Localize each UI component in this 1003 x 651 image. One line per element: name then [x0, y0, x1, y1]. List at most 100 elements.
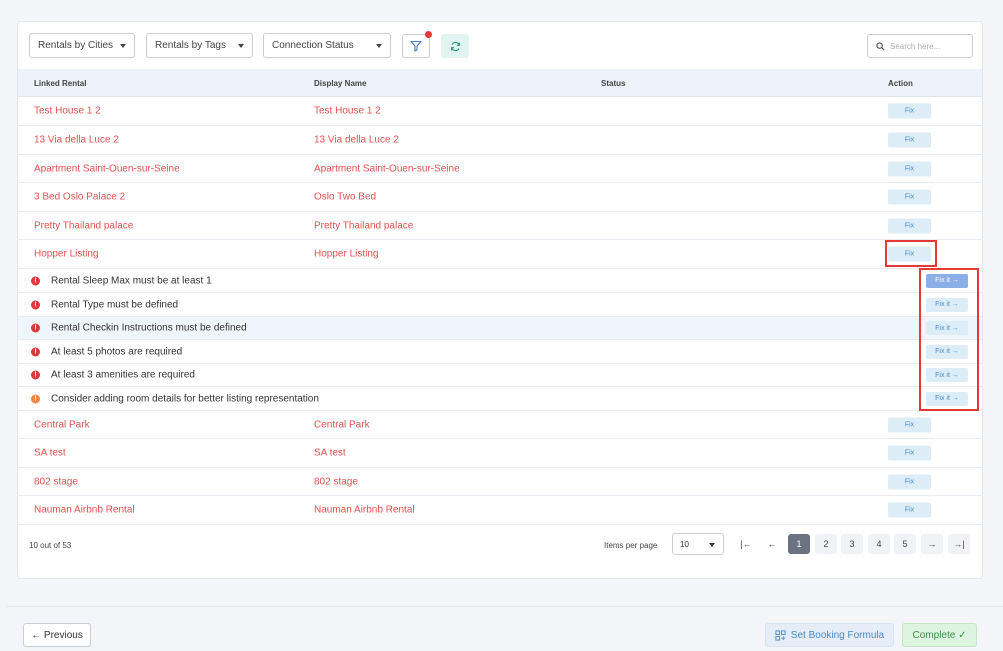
display-name: 802 stage — [314, 476, 358, 487]
page-2-button[interactable]: 2 — [815, 534, 837, 554]
fix-button[interactable]: Fix — [888, 417, 931, 432]
linked-rental-link[interactable]: 3 Bed Oslo Palace 2 — [34, 192, 125, 203]
rentals-card: Rentals by Cities Rentals by Tags Connec… — [17, 21, 983, 579]
chevron-down-icon — [120, 43, 126, 48]
error-icon: ! — [31, 300, 40, 309]
warning-icon: ! — [31, 394, 40, 403]
issue-row: ! Rental Checkin Instructions must be de… — [18, 317, 982, 340]
first-page-button[interactable]: |← — [735, 534, 757, 554]
table-row: 802 stage 802 stage Fix — [18, 468, 982, 496]
page-3-button[interactable]: 3 — [841, 534, 863, 554]
fix-button[interactable]: Fix — [888, 502, 931, 518]
filter-toolbar: Rentals by Cities Rentals by Tags Connec… — [29, 31, 973, 59]
fix-button[interactable]: Fix — [888, 161, 931, 176]
error-icon: ! — [31, 276, 40, 285]
table-row: 3 Bed Oslo Palace 2 Oslo Two Bed Fix — [18, 183, 982, 212]
fix-button[interactable]: Fix — [888, 474, 931, 489]
items-per-page-label: Items per page — [604, 541, 658, 550]
next-page-button[interactable]: → — [921, 534, 943, 554]
chevron-down-icon — [376, 43, 382, 48]
linked-rental-link[interactable]: Apartment Saint-Ouen-sur-Seine — [34, 163, 180, 174]
linked-rental-link[interactable]: Test House 1 2 — [34, 106, 101, 117]
display-name: Pretty Thailand palace — [314, 220, 414, 231]
filter-button[interactable] — [402, 31, 432, 58]
table-row: Central Park Central Park Fix — [18, 411, 982, 439]
display-name: Hopper Listing — [314, 248, 379, 260]
complete-button[interactable]: Complete ✓ — [902, 623, 977, 647]
rentals-by-cities-dropdown[interactable]: Rentals by Cities — [29, 33, 135, 58]
last-page-button[interactable]: →| — [948, 534, 970, 554]
table-row-expanded: Hopper Listing Hopper Listing Fix — [18, 240, 982, 269]
search-icon — [876, 41, 885, 51]
fix-it-button[interactable]: Fix it → — [926, 321, 968, 335]
linked-rental-link[interactable]: Nauman Airbnb Rental — [34, 505, 135, 516]
fix-button[interactable]: Fix — [888, 445, 931, 461]
table-header: Linked Rental Display Name Status Action — [18, 69, 982, 97]
issue-row: ! Rental Type must be defined Fix it → — [18, 293, 982, 317]
linked-rental-link[interactable]: 13 Via della Luce 2 — [34, 135, 119, 146]
search-box[interactable] — [867, 34, 973, 58]
table-row: Apartment Saint-Ouen-sur-Seine Apartment… — [18, 155, 982, 183]
chevron-down-icon — [709, 543, 715, 547]
error-icon: ! — [31, 323, 40, 333]
issue-text: Consider adding room details for better … — [51, 393, 319, 404]
header-display-name: Display Name — [314, 79, 367, 88]
connection-status-label: Connection Status — [272, 40, 354, 51]
connection-status-dropdown[interactable]: Connection Status — [263, 33, 391, 58]
items-per-page-select[interactable]: 10 — [672, 533, 724, 555]
linked-rental-link[interactable]: 802 stage — [34, 476, 78, 487]
filter-active-dot — [425, 31, 432, 38]
issue-row: ! At least 3 amenities are required Fix … — [18, 364, 982, 387]
set-booking-formula-label: Set Booking Formula — [790, 629, 885, 641]
rentals-by-tags-dropdown[interactable]: Rentals by Tags — [146, 33, 253, 58]
error-icon: ! — [31, 370, 40, 380]
display-name: Apartment Saint-Ouen-sur-Seine — [314, 163, 460, 174]
linked-rental-link[interactable]: Hopper Listing — [34, 249, 98, 260]
display-name: SA test — [314, 447, 346, 459]
header-linked-rental: Linked Rental — [34, 79, 87, 88]
issue-text: At least 3 amenities are required — [51, 369, 195, 381]
previous-button[interactable]: ← Previous — [23, 623, 91, 647]
table-row: SA test SA test Fix — [18, 439, 982, 468]
page-4-button[interactable]: 4 — [868, 534, 890, 554]
fix-it-button[interactable]: Fix it → — [926, 297, 968, 312]
issue-text: Rental Type must be defined — [51, 299, 179, 310]
fix-it-button[interactable]: Fix it → — [926, 391, 968, 406]
table-row: Test House 1 2 Test House 1 2 Fix — [18, 97, 982, 126]
error-icon: ! — [31, 347, 40, 356]
set-booking-formula-button[interactable]: Set Booking Formula — [765, 623, 894, 647]
linked-rental-link[interactable]: Central Park — [34, 419, 90, 430]
rentals-by-tags-label: Rentals by Tags — [155, 40, 226, 51]
items-count: 10 out of 53 — [29, 541, 72, 550]
display-name: Test House 1 2 — [314, 105, 381, 117]
header-status: Status — [601, 79, 626, 88]
table-row: Pretty Thailand palace Pretty Thailand p… — [18, 212, 982, 240]
linked-rental-link[interactable]: Pretty Thailand palace — [34, 220, 133, 231]
fix-button[interactable]: Fix — [888, 189, 931, 205]
search-input[interactable] — [890, 41, 970, 51]
table-row: Nauman Airbnb Rental Nauman Airbnb Renta… — [18, 496, 982, 525]
display-name: Central Park — [314, 419, 370, 430]
page-1-button[interactable]: 1 — [788, 534, 810, 554]
issue-row: ! Consider adding room details for bette… — [18, 387, 982, 411]
page-5-button[interactable]: 5 — [894, 534, 916, 554]
prev-page-button[interactable]: ← — [761, 534, 783, 554]
chevron-down-icon — [238, 43, 244, 48]
refresh-button[interactable] — [441, 34, 469, 58]
fix-it-button[interactable]: Fix it → — [926, 344, 968, 359]
linked-rental-link[interactable]: SA test — [34, 448, 66, 459]
fix-button[interactable]: Fix — [888, 103, 931, 119]
header-action: Action — [888, 79, 913, 88]
display-name: 13 Via della Luce 2 — [314, 134, 399, 146]
table-footer: 10 out of 53 Items per page 10 |← ← 1 2 … — [18, 527, 982, 567]
issue-text: Rental Sleep Max must be at least 1 — [51, 275, 212, 286]
fix-it-button[interactable]: Fix it → — [926, 273, 968, 288]
formula-icon — [775, 629, 786, 641]
filter-icon — [410, 40, 422, 52]
display-name: Nauman Airbnb Rental — [314, 504, 415, 516]
fix-it-button[interactable]: Fix it → — [926, 368, 968, 382]
fix-button[interactable]: Fix — [888, 132, 931, 148]
items-per-page-value: 10 — [680, 539, 689, 549]
fix-button[interactable]: Fix — [888, 218, 931, 233]
fix-button[interactable]: Fix — [888, 246, 931, 262]
